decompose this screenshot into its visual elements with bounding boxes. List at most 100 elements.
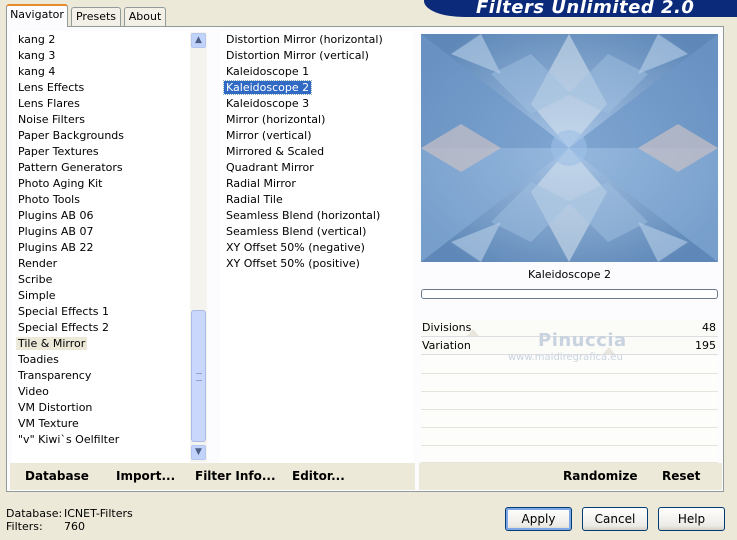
category-list[interactable]: kang 2 kang 3 kang 4 Lens Effects Lens Flare… — [12, 31, 190, 463]
list-item[interactable]: Transparency — [16, 368, 93, 384]
list-item[interactable]: Special Effects 1 — [16, 304, 111, 320]
import-button[interactable]: Import... — [116, 469, 175, 483]
list-item-label: Paper Textures — [18, 145, 99, 158]
list-item[interactable]: Radial Tile — [224, 192, 285, 208]
list-item[interactable]: Video — [16, 384, 51, 400]
database-button[interactable]: Database — [25, 469, 89, 483]
preview-image — [421, 34, 718, 262]
list-item[interactable]: Noise Filters — [16, 112, 87, 128]
list-item-label: Mirrored & Scaled — [226, 145, 325, 158]
reset-button[interactable]: Reset — [662, 469, 700, 483]
list-item-label: Paper Backgrounds — [18, 129, 125, 142]
list-item[interactable]: VM Distortion — [16, 400, 94, 416]
list-item[interactable]: Plugins AB 07 — [16, 224, 95, 240]
list-item-label: Special Effects 2 — [18, 321, 110, 334]
list-item[interactable]: Paper Backgrounds — [16, 128, 126, 144]
tab-presets[interactable]: Presets — [71, 7, 121, 26]
list-item[interactable]: Seamless Blend (vertical) — [224, 224, 368, 240]
list-item[interactable]: Lens Flares — [16, 96, 82, 112]
list-item-label: Kaleidoscope 3 — [226, 97, 310, 110]
list-item[interactable]: Special Effects 2 — [16, 320, 111, 336]
list-item[interactable]: Plugins AB 06 — [16, 208, 95, 224]
list-item[interactable]: XY Offset 50% (negative) — [224, 240, 367, 256]
list-item-label: "v" Kiwi`s Oelfilter — [18, 433, 120, 446]
list-item[interactable]: kang 3 — [16, 48, 57, 64]
param-label: Divisions — [422, 321, 472, 334]
list-item[interactable]: Mirror (horizontal) — [224, 112, 327, 128]
list-item[interactable]: Distortion Mirror (horizontal) — [224, 32, 385, 48]
tab-about[interactable]: About — [124, 7, 166, 26]
progress-bar — [421, 289, 718, 299]
randomize-button[interactable]: Randomize — [563, 469, 637, 483]
list-item-label: Render — [18, 257, 58, 270]
list-item-label: Video — [18, 385, 49, 398]
list-item-label: Special Effects 1 — [18, 305, 110, 318]
database-label: Database: — [6, 507, 63, 520]
list-item-label: VM Texture — [18, 417, 79, 430]
list-item[interactable]: Scribe — [16, 272, 54, 288]
list-item[interactable]: Seamless Blend (horizontal) — [224, 208, 382, 224]
list-item-label: Kaleidoscope 2 — [222, 80, 313, 95]
filter-name-label: Kaleidoscope 2 — [527, 268, 612, 281]
list-item[interactable]: Mirror (vertical) — [224, 128, 314, 144]
list-item[interactable]: Photo Tools — [16, 192, 82, 208]
list-item[interactable]: Distortion Mirror (vertical) — [224, 48, 371, 64]
list-item[interactable]: Kaleidoscope 2 — [222, 80, 313, 96]
help-button[interactable]: Help — [658, 507, 725, 531]
list-item-label: Seamless Blend (horizontal) — [226, 209, 381, 222]
editor-button[interactable]: Editor... — [292, 469, 345, 483]
param-value: 48 — [702, 321, 716, 334]
list-item-label: Distortion Mirror (vertical) — [226, 49, 369, 62]
list-item-label: Radial Mirror — [226, 177, 296, 190]
list-item[interactable]: Radial Mirror — [224, 176, 298, 192]
list-item-label: Tile & Mirror — [16, 337, 88, 350]
filter-info-button[interactable]: Filter Info... — [195, 469, 276, 483]
list-item[interactable]: kang 2 — [16, 32, 57, 48]
param-empty-row — [421, 428, 718, 446]
list-item-label: Simple — [18, 289, 56, 302]
list-item[interactable]: Quadrant Mirror — [224, 160, 316, 176]
list-item[interactable]: Lens Effects — [16, 80, 86, 96]
list-item[interactable]: Paper Textures — [16, 144, 101, 160]
list-item-label: Mirror (horizontal) — [226, 113, 326, 126]
apply-button[interactable]: Apply — [505, 507, 572, 531]
grip-icon — [196, 373, 202, 381]
filters-count: 760 — [64, 520, 85, 533]
param-value: 195 — [695, 339, 716, 352]
list-item[interactable]: Kaleidoscope 1 — [224, 64, 311, 80]
slider-marker[interactable] — [466, 329, 479, 336]
kaleidoscope-preview — [421, 34, 718, 262]
list-item[interactable]: "v" Kiwi`s Oelfilter — [16, 432, 121, 448]
list-item-label: Photo Aging Kit — [18, 177, 103, 190]
list-item[interactable]: Tile & Mirror — [16, 336, 88, 352]
list-item[interactable]: VM Texture — [16, 416, 81, 432]
scroll-up-button[interactable]: ▲ — [191, 33, 206, 48]
filters-label: Filters: — [6, 520, 43, 533]
list-item-label: Transparency — [18, 369, 92, 382]
list-item[interactable]: Mirrored & Scaled — [224, 144, 326, 160]
list-item-label: Seamless Blend (vertical) — [226, 225, 367, 238]
filter-list[interactable]: Distortion Mirror (horizontal) Distortion… — [220, 31, 414, 463]
list-item[interactable]: Render — [16, 256, 59, 272]
list-item[interactable]: Toadies — [16, 352, 61, 368]
list-item[interactable]: Kaleidoscope 3 — [224, 96, 311, 112]
list-item-label: XY Offset 50% (negative) — [226, 241, 365, 254]
list-item-label: Pattern Generators — [18, 161, 123, 174]
list-item[interactable]: kang 4 — [16, 64, 57, 80]
watermark-url: www.maidiregrafica.eu — [508, 352, 623, 363]
database-value: ICNET-Filters — [64, 507, 133, 520]
list-item-label: Plugins AB 22 — [18, 241, 94, 254]
list-item[interactable]: Plugins AB 22 — [16, 240, 95, 256]
list-item-label: Plugins AB 07 — [18, 225, 94, 238]
scroll-thumb[interactable] — [191, 310, 206, 442]
list-item[interactable]: Photo Aging Kit — [16, 176, 104, 192]
tab-navigator[interactable]: Navigator — [6, 4, 68, 27]
scroll-down-button[interactable]: ▼ — [191, 445, 206, 460]
category-scrollbar[interactable]: ▲ ▼ — [190, 32, 207, 462]
watermark-name: Pinuccia — [538, 330, 627, 351]
list-item[interactable]: XY Offset 50% (positive) — [224, 256, 362, 272]
list-item[interactable]: Simple — [16, 288, 58, 304]
list-item[interactable]: Pattern Generators — [16, 160, 125, 176]
cancel-button[interactable]: Cancel — [582, 507, 648, 531]
list-item-label: kang 3 — [18, 49, 56, 62]
